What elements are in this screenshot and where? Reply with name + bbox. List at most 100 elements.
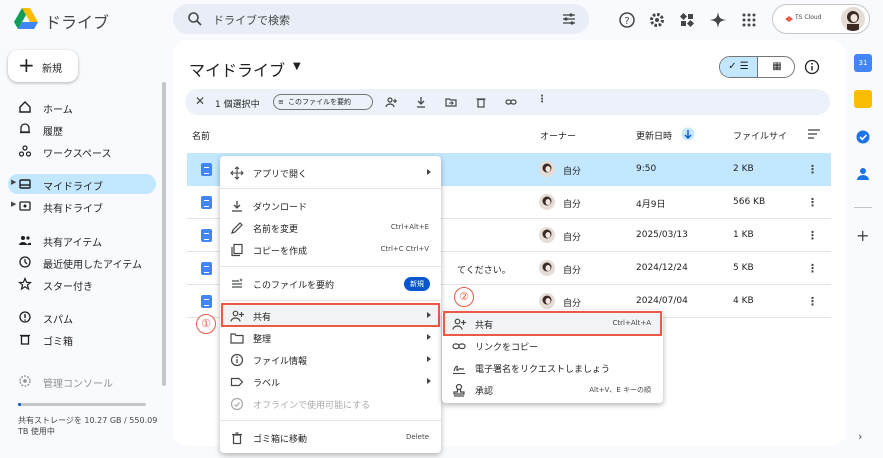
owner-avatar (539, 227, 555, 243)
file-modified: 2025/03/13 (636, 230, 688, 240)
gemini-sparkle-icon[interactable] (709, 11, 727, 29)
admin-icon (19, 375, 31, 387)
svg-text:?: ? (624, 16, 629, 27)
sidebar-item-workspaces[interactable]: ワークスペース (8, 141, 156, 161)
trash-icon[interactable] (475, 96, 487, 108)
sidebar-item-label: 履歴 (43, 127, 63, 138)
column-header-owner[interactable]: オーナー (540, 129, 576, 142)
move-folder-icon[interactable] (445, 96, 457, 108)
menu-item-make-copy[interactable]: コピーを作成 Ctrl+C Ctrl+V (220, 239, 441, 261)
row-more-actions-icon[interactable]: ⋮ (807, 229, 818, 242)
row-more-actions-icon[interactable]: ⋮ (807, 163, 818, 176)
menu-item-rename[interactable]: 名前を変更 Ctrl+Alt+E (220, 217, 441, 239)
trash-icon (20, 334, 30, 345)
menu-item-file-info[interactable]: ファイル情報 (220, 349, 441, 371)
sidebar-item-spam[interactable]: スパム (8, 307, 156, 327)
view-toggle[interactable]: ✓ ☰ ▦ (719, 56, 795, 78)
menu-item-move-to-trash[interactable]: ゴミ箱に移動 Delete (220, 427, 441, 449)
submenu-arrow-icon (427, 378, 431, 384)
expand-caret-icon[interactable]: ▶ (11, 200, 16, 208)
search-input[interactable]: ドライブで検索 (213, 12, 290, 28)
download-icon[interactable] (415, 96, 427, 108)
details-info-icon[interactable] (804, 59, 820, 75)
account-switcher[interactable]: TS Cloud (772, 4, 870, 34)
submenu-item-request-esignature[interactable]: 電子署名をリクエストしましょう (442, 357, 663, 379)
menu-divider (220, 420, 441, 421)
share-add-person-icon[interactable] (385, 96, 397, 108)
title-dropdown-icon[interactable]: ▼ (293, 61, 301, 72)
menu-item-label: ラベル (253, 379, 281, 389)
info-icon (230, 353, 244, 367)
expand-rail-chevron-icon[interactable]: › (858, 430, 862, 443)
clear-selection-close-icon[interactable]: ✕ (195, 94, 205, 108)
help-icon[interactable]: ? (618, 11, 636, 29)
new-button[interactable]: + 新規 (8, 50, 78, 82)
drive-logo-icon[interactable] (14, 8, 38, 30)
menu-item-label-tag[interactable]: ラベル (220, 371, 441, 393)
search-bar[interactable]: ドライブで検索 (173, 4, 589, 34)
sidebar-item-shared-with-me[interactable]: 共有アイテム (8, 230, 156, 250)
copy-link-icon[interactable] (505, 96, 517, 108)
sidebar-item-label: 共有ドライブ (43, 204, 103, 215)
menu-item-label: 電子署名をリクエストしましょう (475, 365, 611, 375)
row-more-actions-icon[interactable]: ⋮ (807, 262, 818, 275)
more-actions-icon[interactable]: ⋮ (537, 94, 549, 106)
sidebar-item-admin-console[interactable]: 管理コンソール (8, 371, 156, 391)
sidebar-item-shared-drives[interactable]: ▶ 共有ドライブ (8, 196, 156, 216)
add-addon-plus-icon[interactable]: + (856, 226, 869, 245)
file-modified: 2024/07/04 (636, 296, 688, 306)
submenu-item-copy-link[interactable]: リンクをコピー (442, 335, 663, 357)
rail-divider (854, 207, 872, 208)
sort-options-icon[interactable] (807, 128, 821, 140)
storage-meter (18, 403, 146, 406)
row-more-actions-icon[interactable]: ⋮ (807, 295, 818, 308)
user-avatar[interactable] (841, 7, 865, 31)
expand-caret-icon[interactable]: ▶ (11, 178, 16, 186)
summarize-file-label: このファイルを要約 (288, 98, 351, 106)
column-header-name[interactable]: 名前 (192, 129, 210, 142)
submenu-arrow-icon (427, 169, 431, 175)
grid-view-icon[interactable]: ▦ (758, 57, 794, 77)
owner-avatar (539, 161, 555, 177)
storage-usage-text[interactable]: 共有ストレージを 10.27 GB / 550.09 TB 使用中 (18, 415, 168, 437)
menu-item-open-with[interactable]: アプリで開く (220, 162, 441, 184)
calendar-app-icon[interactable]: 31 (854, 54, 872, 72)
list-view-icon[interactable]: ✓ ☰ (720, 57, 758, 77)
home-icon (19, 101, 31, 113)
link-icon (452, 343, 466, 350)
sidebar-item-home[interactable]: ホーム (8, 97, 156, 117)
sidebar-item-activity[interactable]: 履歴 (8, 119, 156, 139)
sort-arrow-down-icon[interactable] (681, 127, 695, 141)
sidebar-item-starred[interactable]: スター付き (8, 274, 156, 294)
menu-item-summarize[interactable]: このファイルを要約 新規 (220, 273, 441, 295)
settings-gear-icon[interactable] (648, 11, 666, 29)
file-owner: 自分 (563, 266, 582, 276)
sidebar-scrollbar[interactable] (162, 82, 166, 386)
tasks-app-icon[interactable] (854, 128, 872, 146)
workspaces-icon (18, 145, 32, 157)
column-header-modified[interactable]: 更新日時 (636, 129, 672, 142)
sidebar-item-my-drive[interactable]: ▶ マイドライブ (8, 174, 156, 194)
google-docs-icon (201, 262, 212, 275)
menu-item-label: リンクをコピー (475, 343, 539, 353)
google-apps-grid-icon[interactable] (740, 11, 758, 29)
page-title[interactable]: マイドライブ (189, 57, 285, 81)
folder-icon (230, 333, 244, 344)
row-more-actions-icon[interactable]: ⋮ (807, 196, 818, 209)
sidebar-item-trash[interactable]: ゴミ箱 (8, 329, 156, 349)
column-header-size[interactable]: ファイルサイ (733, 129, 787, 142)
apps-addon-icon[interactable] (678, 11, 696, 29)
menu-item-download[interactable]: ダウンロード (220, 195, 441, 217)
sidebar-item-label: 管理コンソール (43, 379, 113, 390)
contacts-app-icon[interactable] (854, 165, 872, 183)
label-tag-icon (230, 377, 244, 387)
submenu-item-approvals[interactable]: 承認 Alt+V、E キーの順 (442, 379, 663, 401)
keep-app-icon[interactable] (854, 90, 872, 108)
menu-item-label: オフラインで使用可能にする (253, 401, 371, 411)
search-icon[interactable] (187, 11, 203, 27)
menu-item-organize[interactable]: 整理 (220, 327, 441, 349)
search-options-icon[interactable] (561, 11, 577, 27)
summarize-file-button[interactable]: ≡ このファイルを要約 (273, 94, 373, 110)
sidebar-item-recent[interactable]: 最近使用したアイテム (8, 252, 156, 272)
step-2-callout: ② (454, 287, 474, 307)
